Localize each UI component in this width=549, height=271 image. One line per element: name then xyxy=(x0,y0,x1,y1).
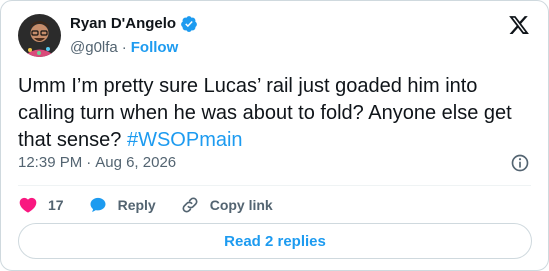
avatar[interactable] xyxy=(18,14,61,57)
verified-badge-icon xyxy=(181,15,197,32)
copy-link-label: Copy link xyxy=(209,197,273,213)
author-name[interactable]: Ryan D'Angelo xyxy=(70,14,176,33)
x-logo-icon[interactable] xyxy=(508,14,530,36)
tweet-date: Aug 6, 2026 xyxy=(95,154,177,171)
link-icon xyxy=(182,197,198,213)
tweet-actions: 17 Reply Copy link xyxy=(18,195,297,215)
avatar-image xyxy=(18,14,61,57)
like-button[interactable]: 17 xyxy=(18,195,64,215)
tweet-time: 12:39 PM xyxy=(18,154,83,171)
divider xyxy=(18,185,531,186)
info-icon[interactable] xyxy=(510,153,530,173)
follow-button[interactable]: Follow xyxy=(131,38,179,57)
like-count: 17 xyxy=(48,197,64,213)
reply-icon xyxy=(90,197,106,213)
read-replies-button[interactable]: Read 2 replies xyxy=(18,223,532,259)
tweet-card: Ryan D'Angelo @g0lfa · Follow Umm I’m pr… xyxy=(0,0,549,271)
tweet-timestamp[interactable]: 12:39 PM · Aug 6, 2026 xyxy=(18,153,176,172)
date-separator: · xyxy=(86,154,92,171)
author-name-row: Ryan D'Angelo xyxy=(70,14,198,33)
author-handle[interactable]: @g0lfa xyxy=(70,38,118,57)
tweet-body: Umm I’m pretty sure Lucas’ rail just goa… xyxy=(18,75,512,151)
tweet-text: Umm I’m pretty sure Lucas’ rail just goa… xyxy=(18,73,528,154)
copy-link-button[interactable]: Copy link xyxy=(180,195,273,215)
author-handle-row: @g0lfa · Follow xyxy=(70,38,178,57)
heart-icon xyxy=(19,197,37,213)
hashtag-link[interactable]: #WSOPmain xyxy=(127,129,243,151)
reply-label: Reply xyxy=(117,197,156,213)
handle-separator: · xyxy=(121,39,127,56)
reply-button[interactable]: Reply xyxy=(88,195,156,215)
